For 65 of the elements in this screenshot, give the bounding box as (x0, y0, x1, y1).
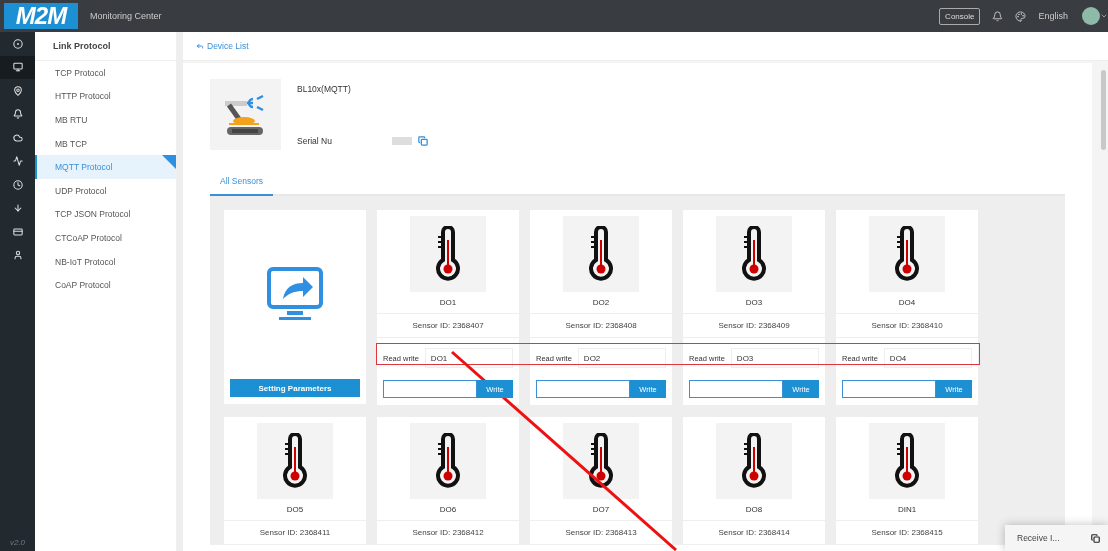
back-arrow-icon (196, 42, 204, 50)
bell-icon (12, 109, 23, 120)
thermometer-icon (588, 226, 614, 282)
sensor-name: DO2 (592, 298, 610, 307)
sensor-id: Sensor ID: 2368407 (412, 321, 484, 330)
sensor-name: DO5 (286, 505, 304, 514)
sensor-name: DO3 (745, 298, 763, 307)
palette-icon[interactable] (1015, 10, 1027, 22)
device-name: BL10x(MQTT) (297, 84, 352, 94)
logo: M2M (4, 3, 78, 29)
sensor-name: DO8 (745, 505, 763, 514)
setting-parameters-button[interactable]: Setting Parameters (230, 379, 360, 397)
user-icon (12, 250, 23, 261)
monitor-icon (12, 62, 23, 73)
thermometer-icon (741, 226, 767, 282)
language-selector[interactable]: English (1038, 11, 1068, 21)
activity-icon (12, 156, 23, 167)
clock-icon (12, 179, 23, 190)
write-input[interactable] (383, 380, 477, 398)
serial-label: Serial Nu (297, 136, 332, 146)
sensor-id: Sensor ID: 2368413 (565, 528, 637, 537)
nav-rail-item[interactable] (0, 55, 35, 79)
version-label: v2.0 (8, 538, 27, 549)
thermometer-icon (435, 226, 461, 282)
read-write-field: DO2 (577, 348, 666, 368)
copy-icon[interactable] (417, 136, 428, 146)
write-input[interactable] (536, 380, 630, 398)
cloud-icon (12, 132, 23, 143)
thermometer-icon (894, 226, 920, 282)
blurred-serial (391, 137, 412, 145)
write-input[interactable] (689, 380, 783, 398)
back-link[interactable]: Device List (196, 41, 249, 51)
user-avatar[interactable] (1082, 7, 1100, 25)
sensor-name: DO4 (898, 298, 916, 307)
write-input[interactable] (842, 380, 936, 398)
app-title: Monitoring Center (90, 11, 162, 21)
sensor-id: Sensor ID: 2368409 (718, 321, 790, 330)
sensor-name: DO6 (439, 505, 457, 514)
read-write-field: DO3 (730, 348, 819, 368)
arrow-down-icon (12, 203, 23, 214)
sensor-name: DO1 (439, 298, 457, 307)
sensor-id: Sensor ID: 2368414 (718, 528, 790, 537)
thermometer-icon (282, 433, 308, 489)
sensor-id: Sensor ID: 2368415 (871, 528, 943, 537)
sensor-name: DO7 (592, 505, 610, 514)
caret-icon[interactable] (1100, 12, 1108, 20)
sensor-name: DIN1 (897, 505, 917, 514)
map-pin-icon (12, 85, 23, 96)
notification-icon[interactable] (992, 10, 1004, 22)
target-icon (12, 38, 23, 49)
sensor-id: Sensor ID: 2368412 (412, 528, 484, 537)
thermometer-icon (894, 433, 920, 489)
card-icon (12, 226, 23, 237)
thermometer-icon (588, 433, 614, 489)
sensor-id: Sensor ID: 2368408 (565, 321, 637, 330)
thermometer-icon (435, 433, 461, 489)
toast-text: Receive I... (1017, 533, 1060, 543)
read-write-field: DO4 (883, 348, 972, 368)
read-write-field: DO1 (424, 348, 513, 368)
sensor-id: Sensor ID: 2368411 (259, 528, 331, 537)
sensor-id: Sensor ID: 2368410 (871, 321, 943, 330)
scrollbar[interactable] (1101, 70, 1106, 150)
thermometer-icon (741, 433, 767, 489)
monitor-share-icon[interactable] (265, 266, 325, 323)
console-button[interactable]: Console (939, 7, 981, 25)
